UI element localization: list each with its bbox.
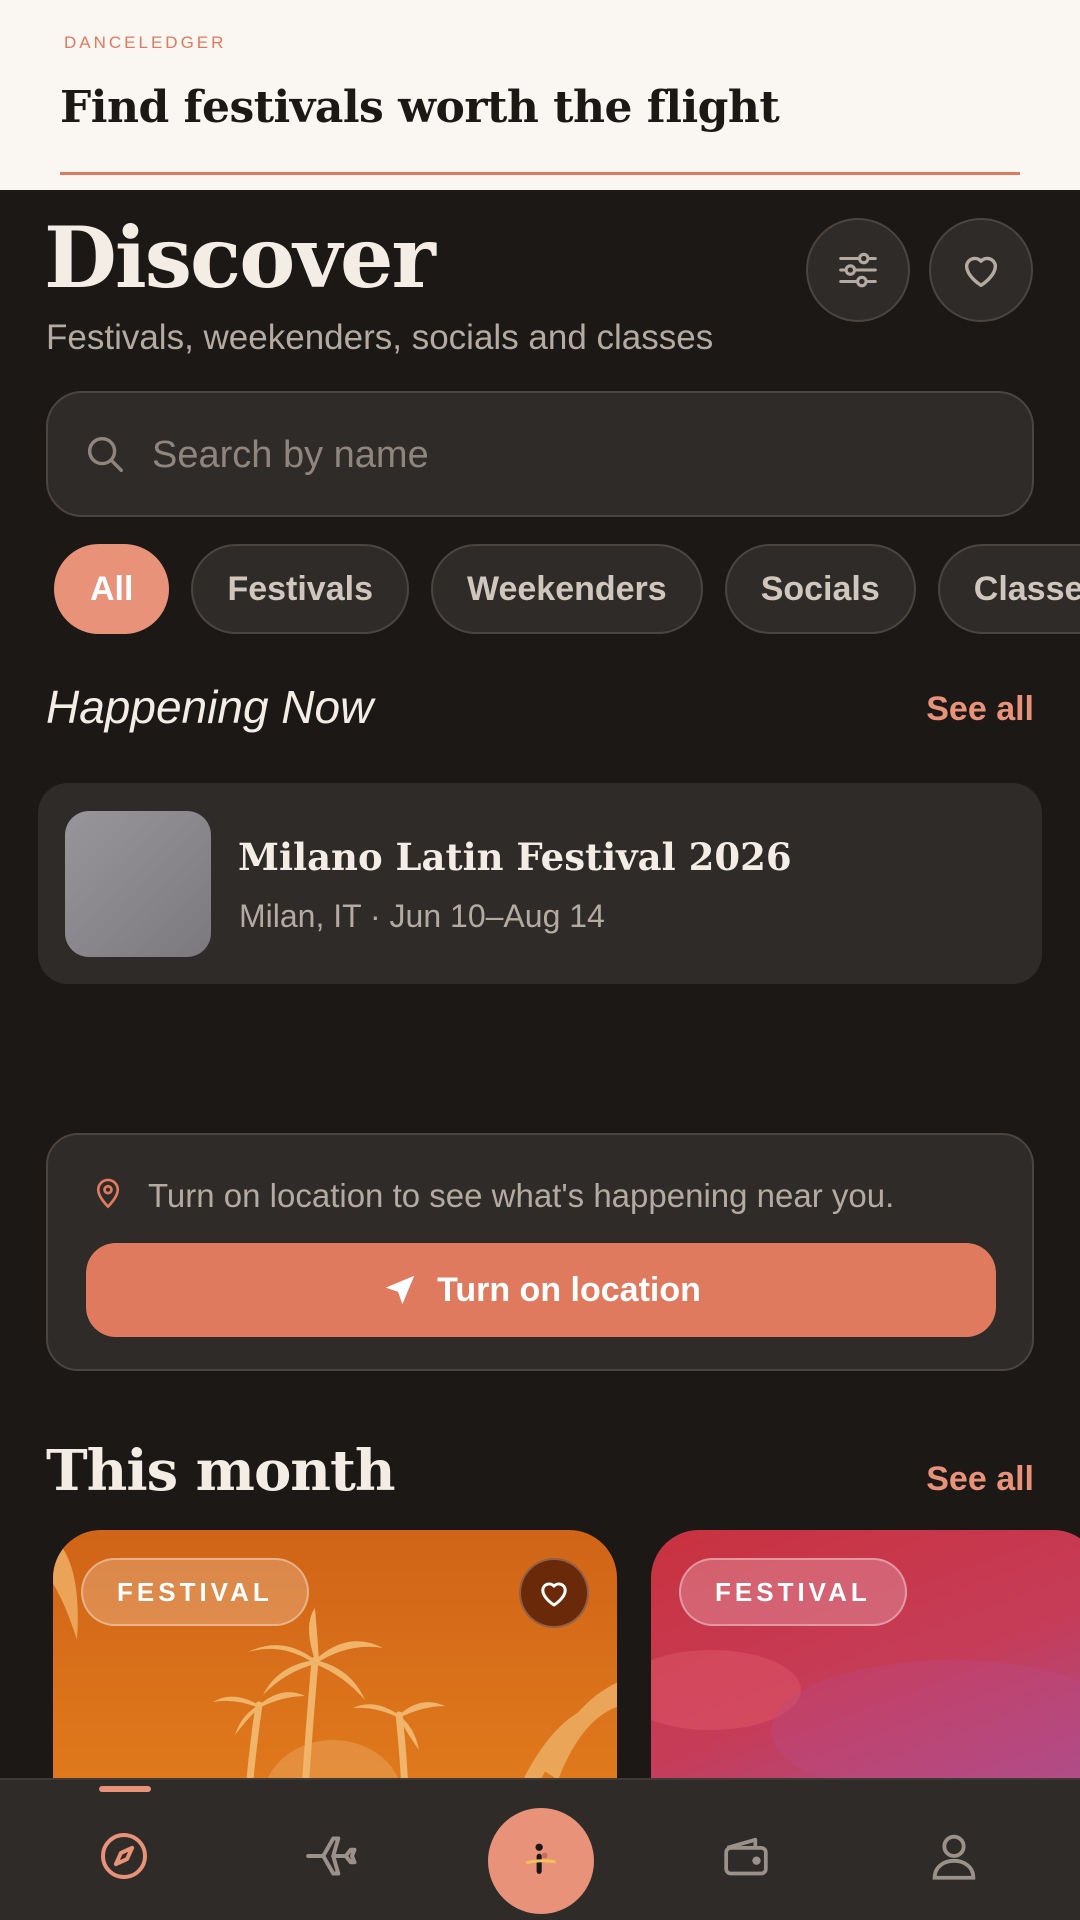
event-type-badge: FESTIVAL — [81, 1558, 309, 1626]
event-title: Milano Latin Festival 2026 — [238, 835, 792, 879]
nav-dance-center-button[interactable] — [488, 1808, 594, 1914]
nav-profile[interactable] — [918, 1820, 990, 1892]
dance-icon — [525, 1843, 556, 1874]
profile-icon — [932, 1834, 976, 1880]
search-input[interactable] — [152, 423, 992, 487]
search-icon — [87, 436, 124, 473]
event-type-badge: FESTIVAL — [679, 1558, 907, 1626]
happening-now-see-all-link[interactable]: See all — [926, 690, 1034, 729]
search-bar[interactable] — [46, 391, 1034, 517]
bottom-navigation — [0, 1778, 1080, 1920]
heart-icon — [541, 1582, 567, 1607]
event-location-dates: Milan, IT · Jun 10–Aug 14 — [239, 898, 605, 934]
plane-icon — [306, 1836, 357, 1876]
favorites-button[interactable] — [929, 218, 1033, 322]
banner-tagline: Find festivals worth the flight — [60, 82, 780, 133]
page-title: Discover — [44, 208, 436, 307]
compass-icon — [101, 1833, 147, 1879]
brand-name: DANCELEDGER — [64, 33, 227, 52]
chip-weekenders[interactable]: Weekenders — [430, 544, 703, 634]
this-month-heading: This month — [46, 1438, 396, 1504]
this-month-see-all-link[interactable]: See all — [926, 1460, 1034, 1499]
chip-socials[interactable]: Socials — [724, 544, 916, 634]
nav-wallet[interactable] — [710, 1820, 782, 1892]
filters-button[interactable] — [806, 218, 910, 322]
banner-divider — [60, 172, 1020, 175]
event-card[interactable]: FESTIVAL — [651, 1530, 1080, 1790]
heart-icon — [964, 256, 998, 288]
chip-festivals[interactable]: Festivals — [191, 544, 409, 634]
page-subtitle: Festivals, weekenders, socials and class… — [46, 318, 714, 357]
nav-discover[interactable] — [88, 1820, 160, 1892]
turn-on-location-label: Turn on location — [437, 1270, 701, 1309]
map-pin-icon — [96, 1178, 120, 1209]
active-tab-indicator — [99, 1786, 151, 1792]
location-prompt-message: Turn on location to see what's happening… — [148, 1177, 895, 1214]
wallet-icon — [724, 1837, 768, 1876]
chip-classes[interactable]: Classes — [937, 544, 1080, 634]
nav-travel[interactable] — [296, 1820, 368, 1892]
top-banner: DANCELEDGER Find festivals worth the fli… — [0, 0, 1080, 190]
navigation-arrow-icon — [385, 1275, 415, 1305]
happening-now-event-card[interactable]: Milano Latin Festival 2026 Milan, IT · J… — [38, 783, 1042, 984]
category-filter-chips: All Festivals Weekenders Socials Classes — [54, 544, 1080, 636]
location-prompt-card: Turn on location to see what's happening… — [46, 1133, 1034, 1371]
event-card[interactable]: FESTIVAL — [53, 1530, 617, 1790]
chip-all[interactable]: All — [54, 544, 170, 634]
sliders-icon — [839, 252, 877, 288]
event-thumbnail — [65, 811, 211, 957]
turn-on-location-button[interactable]: Turn on location — [86, 1243, 996, 1337]
happening-now-heading: Happening Now — [46, 681, 374, 733]
favorite-toggle[interactable] — [519, 1558, 589, 1628]
